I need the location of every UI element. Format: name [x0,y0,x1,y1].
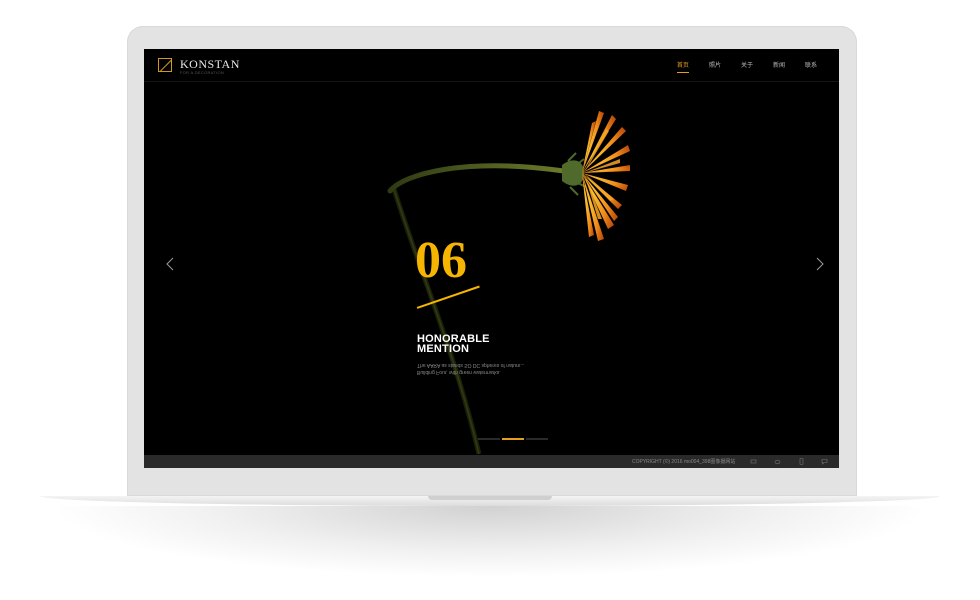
chat-icon[interactable] [821,458,828,465]
site-footer: COPYRIGHT (©) 2016 mo004_398图像摄网站 [144,455,839,468]
flower-image [387,111,630,455]
nav-item-home[interactable]: 首页 [676,60,689,73]
laptop-shadow [60,506,920,576]
slide-desc-line1: Building Four, with green watermarks. [417,369,501,375]
carousel-dot[interactable] [478,438,500,440]
carousel-pagination [478,438,548,440]
nav-item-photos[interactable]: 照片 [709,60,721,72]
carousel-dot[interactable] [526,438,548,440]
slash-square-icon[interactable] [158,58,172,72]
laptop-notch [428,496,552,500]
copyright-text: COPYRIGHT (©) 2016 mo004_398图像摄网站 [632,459,736,465]
logo-subtitle: FOR A DECORATION [180,70,225,75]
slide-description: Building Four, with green watermarks. Th… [417,361,557,375]
slide-number: 06 [415,232,467,289]
mobile-icon[interactable] [798,458,805,465]
nav-item-news[interactable]: 新闻 [773,60,785,72]
chevron-left-icon[interactable] [164,257,178,271]
slide-title: HONORABLE MENTION [417,334,537,355]
nav-item-contact[interactable]: 联系 [805,60,817,72]
weibo-icon[interactable] [774,458,781,465]
nav-item-about[interactable]: 关于 [741,60,753,72]
site-header: KONSTAN FOR A DECORATION 首页 照片 关于 新闻 联系 [144,49,839,82]
share-icon[interactable] [750,458,757,465]
website-screen: KONSTAN FOR A DECORATION 首页 照片 关于 新闻 联系 … [144,49,839,468]
main-nav: 首页 照片 关于 新闻 联系 [676,60,817,73]
slide-desc-line2: The AARA as stands SO DC spheres of natu… [417,362,525,368]
slide-title-line2: MENTION [417,343,470,355]
chevron-right-icon[interactable] [812,257,826,271]
carousel-dot-active[interactable] [502,438,524,440]
